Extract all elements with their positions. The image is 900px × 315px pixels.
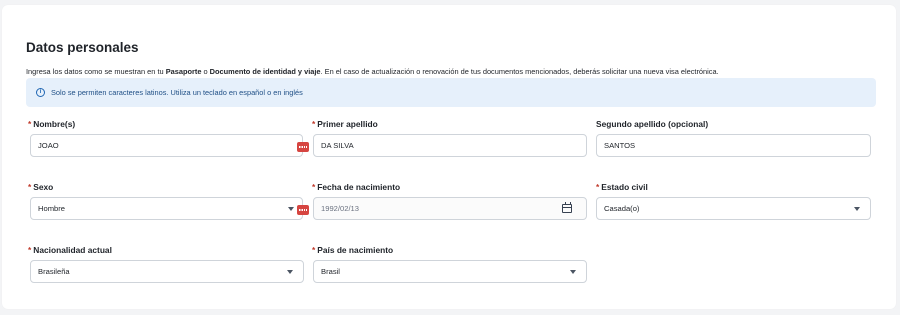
calendar-icon[interactable] bbox=[562, 202, 572, 213]
estado-civil-value: Casada(o) bbox=[604, 204, 640, 213]
section-title: Datos personales bbox=[26, 40, 139, 55]
segundo-apellido-input[interactable]: SANTOS bbox=[596, 134, 871, 157]
chevron-down-icon bbox=[288, 207, 294, 211]
label-sexo: * Sexo bbox=[28, 182, 54, 192]
nombres-value: JOAO bbox=[38, 141, 59, 150]
nombres-input[interactable]: JOAO bbox=[30, 134, 303, 157]
sexo-select[interactable]: Hombre bbox=[30, 197, 303, 220]
intro-passport: Pasaporte bbox=[165, 67, 202, 76]
primer-apellido-input[interactable]: DA SILVA bbox=[313, 134, 587, 157]
primer-apellido-value: DA SILVA bbox=[321, 141, 354, 150]
info-icon: i bbox=[36, 88, 45, 97]
nacionalidad-select[interactable]: Brasileña bbox=[30, 260, 304, 283]
label-nacionalidad: * Nacionalidad actual bbox=[28, 245, 112, 255]
label-primer-apellido: * Primer apellido bbox=[312, 119, 378, 129]
label-pais-nacimiento: * País de nacimiento bbox=[312, 245, 394, 255]
info-banner: i Solo se permiten caracteres latinos. U… bbox=[26, 78, 876, 107]
label-segundo-apellido: Segundo apellido (opcional) bbox=[596, 119, 709, 129]
intro-id-document: Documento de identidad y viaje bbox=[209, 67, 321, 76]
fecha-nacimiento-input[interactable]: 1992/02/13 bbox=[313, 197, 587, 220]
required-marker: * bbox=[28, 119, 32, 129]
pais-nacimiento-select[interactable]: Brasil bbox=[313, 260, 587, 283]
chevron-down-icon bbox=[570, 270, 576, 274]
estado-civil-select[interactable]: Casada(o) bbox=[596, 197, 871, 220]
intro-text: Ingresa los datos como se muestran en tu… bbox=[26, 67, 719, 76]
info-text: Solo se permiten caracteres latinos. Uti… bbox=[51, 88, 303, 97]
sexo-value: Hombre bbox=[38, 204, 66, 213]
pais-nacimiento-value: Brasil bbox=[321, 267, 340, 276]
fecha-nacimiento-value: 1992/02/13 bbox=[321, 204, 360, 213]
nacionalidad-value: Brasileña bbox=[38, 267, 70, 276]
segundo-apellido-value: SANTOS bbox=[604, 141, 636, 150]
keyboard-badge-icon bbox=[297, 205, 309, 215]
keyboard-badge-icon bbox=[297, 142, 309, 152]
chevron-down-icon bbox=[287, 270, 293, 274]
label-fecha-nacimiento: * Fecha de nacimiento bbox=[312, 182, 401, 192]
chevron-down-icon bbox=[854, 207, 860, 211]
label-nombres: * Nombre(s) bbox=[28, 119, 76, 129]
label-estado-civil: * Estado civil bbox=[596, 182, 648, 192]
personal-data-card: Datos personales Ingresa los datos como … bbox=[2, 5, 896, 309]
